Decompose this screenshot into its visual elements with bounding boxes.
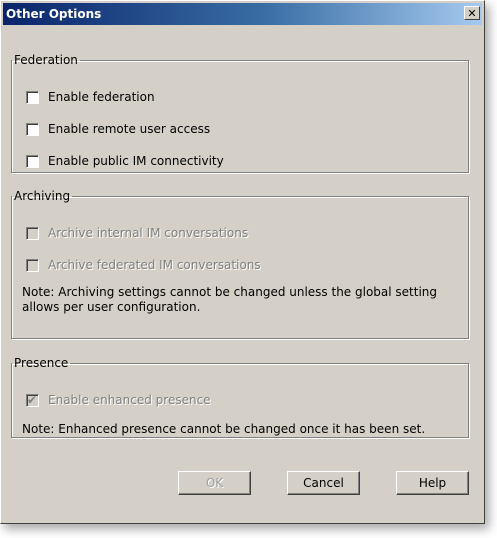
archive-federated-im-label: Archive federated IM conversations	[48, 258, 261, 272]
archive-federated-im-checkbox	[26, 258, 39, 272]
enable-federation-option[interactable]: Enable federation	[26, 89, 155, 105]
archiving-note: Note: Archiving settings cannot be chang…	[22, 285, 438, 314]
federation-group: Federation Enable federation Enable remo…	[11, 53, 469, 173]
enable-federation-checkbox[interactable]	[26, 90, 39, 104]
presence-group: Presence ✔ Enable enhanced presence Note…	[11, 356, 469, 438]
federation-legend: Federation	[14, 53, 78, 67]
enable-enhanced-presence-checkbox: ✔	[26, 392, 39, 407]
enable-enhanced-presence-option: ✔ Enable enhanced presence	[26, 392, 211, 408]
enable-remote-user-access-label[interactable]: Enable remote user access	[48, 122, 210, 136]
archiving-group: Archiving Archive internal IM conversati…	[11, 189, 469, 339]
archive-federated-im-option: Archive federated IM conversations	[26, 257, 261, 273]
enable-federation-label[interactable]: Enable federation	[48, 90, 155, 104]
close-icon: ✕	[467, 7, 477, 20]
enable-enhanced-presence-label: Enable enhanced presence	[48, 393, 211, 407]
ok-button: OK	[178, 471, 251, 495]
archive-internal-im-option: Archive internal IM conversations	[26, 225, 248, 241]
enable-public-im-label[interactable]: Enable public IM connectivity	[48, 154, 224, 168]
presence-note: Note: Enhanced presence cannot be change…	[22, 422, 426, 436]
archiving-legend: Archiving	[14, 189, 71, 203]
archive-internal-im-checkbox	[26, 226, 39, 240]
help-button[interactable]: Help	[396, 471, 469, 495]
checkmark-icon: ✔	[27, 392, 38, 407]
dialog-title: Other Options	[6, 7, 102, 21]
enable-public-im-option[interactable]: Enable public IM connectivity	[26, 153, 224, 169]
enable-remote-user-access-checkbox[interactable]	[26, 122, 39, 136]
enable-public-im-checkbox[interactable]	[26, 154, 39, 168]
other-options-dialog: Other Options ✕ Federation Enable federa…	[0, 0, 485, 524]
title-bar[interactable]: Other Options ✕	[3, 3, 482, 25]
close-button[interactable]: ✕	[464, 6, 480, 20]
cancel-button[interactable]: Cancel	[287, 471, 360, 495]
archive-internal-im-label: Archive internal IM conversations	[48, 226, 249, 240]
enable-remote-user-access-option[interactable]: Enable remote user access	[26, 121, 210, 137]
presence-legend: Presence	[14, 356, 69, 370]
